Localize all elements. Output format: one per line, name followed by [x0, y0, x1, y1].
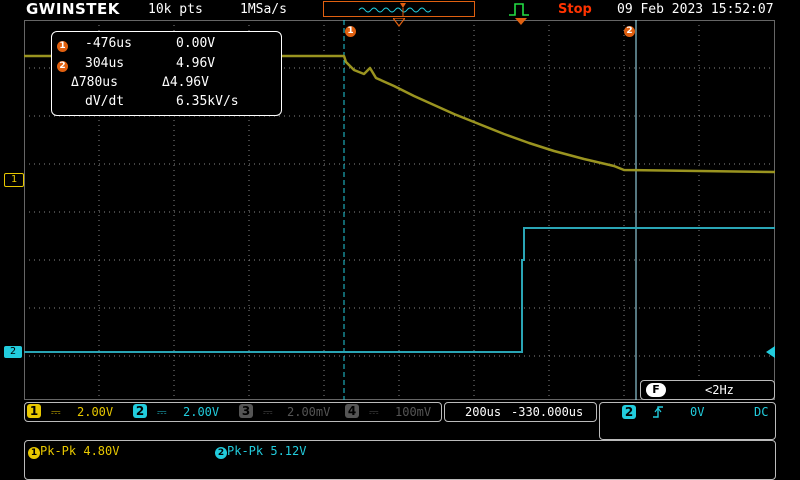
measurement-2[interactable]: 2 Pk-Pk 5.12V [215, 443, 306, 459]
ch1-ground-marker[interactable]: 1 [4, 173, 24, 187]
ch4-badge[interactable]: 4 [345, 404, 359, 418]
ch1-badge[interactable]: 1 [27, 404, 41, 418]
trigger-frequency: <2Hz [705, 383, 734, 397]
waveform-overview-icon [358, 3, 432, 17]
cursor-1-volt: 0.00V [176, 36, 216, 51]
timebase-box[interactable]: 200us -330.000us [444, 402, 597, 422]
time-scale: 200us [465, 405, 502, 419]
filter-icon: F [646, 383, 666, 397]
trigger-marker-icon[interactable] [515, 18, 527, 26]
cursor-delta-volt: Δ4.96V [162, 75, 209, 90]
measurement-1-text: Pk-Pk 4.80V [40, 444, 120, 458]
rising-edge-icon [653, 406, 663, 418]
cursor-1-label: 1 [345, 26, 356, 37]
trigger-source-badge: 2 [622, 405, 636, 419]
ch1-coupling-icon: ⎓ [51, 405, 61, 419]
measurement-2-text: Pk-Pk 5.12V [227, 444, 307, 458]
cursor-2-row: 2 [57, 57, 68, 73]
cursor-delta-time: Δ780us [71, 75, 118, 90]
trigger-level: 0V [690, 405, 705, 419]
cursor-1-time: -476us [85, 36, 132, 51]
ch2-ground-marker[interactable]: 2 [4, 346, 22, 358]
trigger-coupling: DC [754, 405, 769, 419]
cursor-2-volt: 4.96V [176, 56, 216, 71]
trigger-level-icon[interactable] [766, 346, 775, 358]
cursor-readout-panel: 1 -476us 0.00V 2 304us 4.96V Δ780us Δ4.9… [51, 31, 282, 116]
status-bar: GWINSTEK 10k pts 1MSa/s Stop 09 Feb 2023… [0, 0, 800, 20]
cursor-2-label: 2 [624, 26, 635, 37]
cursor-1-row: 1 [57, 37, 68, 53]
trigger-position-icon[interactable] [393, 18, 405, 27]
time-position: -330.000us [511, 405, 584, 419]
ch4-scale[interactable]: 100mV [395, 404, 431, 420]
measurement-2-badge: 2 [215, 447, 227, 459]
ch2-badge[interactable]: 2 [133, 404, 147, 418]
dvdt-value: 6.35kV/s [176, 94, 239, 109]
ch2-scale[interactable]: 2.00V [183, 404, 219, 420]
rising-edge-trigger-icon [509, 3, 529, 16]
measurement-bar: 1 Pk-Pk 4.80V 2 Pk-Pk 5.12V [24, 440, 776, 480]
dvdt-label: dV/dt [85, 94, 125, 109]
ch3-badge[interactable]: 3 [239, 404, 253, 418]
brand-logo: GWINSTEK [26, 0, 120, 18]
record-length: 10k pts [148, 2, 203, 17]
ch4-coupling-icon: ⎓ [369, 405, 379, 419]
channel-scale-bar: 1 ⎓ 2.00V 2 ⎓ 2.00V 3 ⎓ 2.00mV 4 ⎓ 100mV [24, 402, 442, 422]
ch1-scale[interactable]: 2.00V [77, 404, 113, 420]
ch3-coupling-icon: ⎓ [263, 405, 273, 419]
cursor-2-time: 304us [85, 56, 125, 71]
sample-rate: 1MSa/s [240, 2, 287, 17]
trigger-settings-box[interactable]: 2 0V DC [599, 402, 776, 440]
cursor-1-marker[interactable]: 1 [345, 18, 356, 37]
cursor-1-badge: 1 [57, 41, 68, 52]
ch1-marker-label: 1 [10, 174, 18, 185]
measurement-1-badge: 1 [28, 447, 40, 459]
waveform-overview [323, 1, 475, 17]
ch3-scale[interactable]: 2.00mV [287, 404, 330, 420]
ch2-coupling-icon: ⎓ [157, 405, 167, 419]
run-stop-status[interactable]: Stop [558, 1, 592, 19]
measurement-1[interactable]: 1 Pk-Pk 4.80V [28, 443, 119, 459]
ch2-marker-label: 2 [9, 346, 17, 357]
cursor-2-marker[interactable]: 2 [624, 18, 635, 37]
trigger-frequency-box: F <2Hz [640, 380, 775, 400]
cursor-2-badge: 2 [57, 61, 68, 72]
date-time: 09 Feb 2023 15:52:07 [617, 2, 774, 17]
